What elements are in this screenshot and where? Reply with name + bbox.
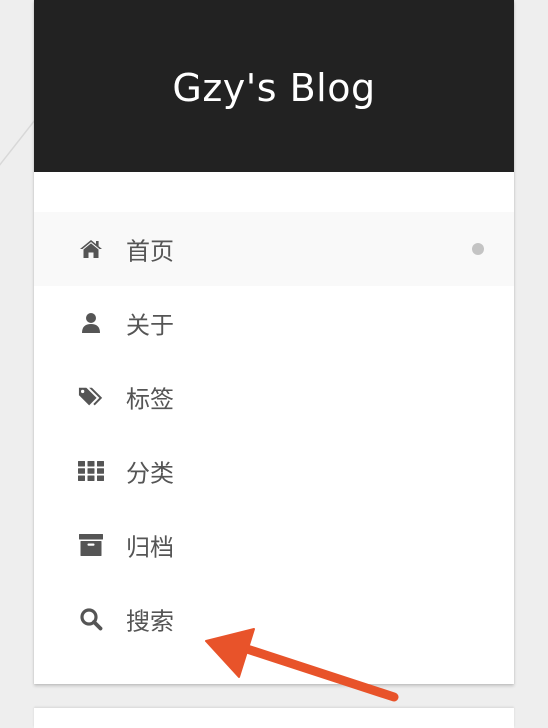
- menu-item-label: 首页: [126, 237, 174, 266]
- grid-icon: [78, 458, 104, 484]
- tags-icon: [78, 384, 104, 410]
- search-icon: [78, 606, 104, 632]
- home-icon: [78, 236, 104, 262]
- menu-item-search[interactable]: 搜索: [34, 582, 514, 656]
- sidebar-menu: 首页 关于 标签 分类 归档 搜索: [34, 212, 514, 656]
- menu-item-tags[interactable]: 标签: [34, 360, 514, 434]
- menu-item-label: 搜索: [126, 607, 174, 636]
- site-title[interactable]: Gzy's Blog: [172, 66, 375, 110]
- menu-item-archives[interactable]: 归档: [34, 508, 514, 582]
- site-brand: Gzy's Blog: [34, 0, 514, 172]
- menu-item-label: 归档: [126, 533, 174, 562]
- menu-item-label: 关于: [126, 311, 174, 340]
- menu-item-categories[interactable]: 分类: [34, 434, 514, 508]
- archive-icon: [78, 532, 104, 558]
- menu-item-about[interactable]: 关于: [34, 286, 514, 360]
- next-sidebar-panel: [34, 708, 514, 728]
- sidebar-panel: Gzy's Blog 首页 关于 标签 分类 归档 搜索: [34, 0, 514, 684]
- active-indicator-dot: [472, 243, 484, 255]
- menu-item-home[interactable]: 首页: [34, 212, 514, 286]
- menu-item-label: 标签: [126, 385, 174, 414]
- menu-item-label: 分类: [126, 459, 174, 488]
- user-icon: [78, 310, 104, 336]
